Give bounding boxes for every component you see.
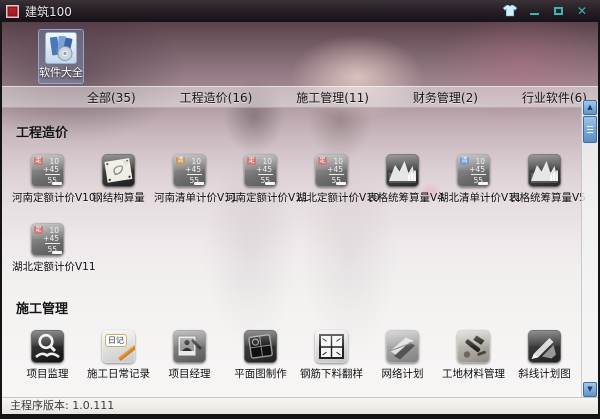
calc-icon: 定10+4555 (31, 223, 64, 256)
app-row: 定10+4555 河南定额计价V10 钢结构算量 清10+4555 河南清单计价V11… (2, 154, 598, 205)
app-label: 湖北定额计价V11 (12, 259, 83, 274)
content-area: 工程造价定10+4555 河南定额计价V10 钢结构算量 清10+4555 河南清单计… (2, 108, 598, 397)
floorplan-icon (244, 330, 277, 363)
app-label: 钢筋下料翻样 (296, 366, 367, 381)
app-label: 平面图制作 (225, 366, 296, 381)
window-body: 软件大全 全部(35) 工程造价(16) 施工管理(11) 财务管理(2) 行业软件(6… (2, 22, 598, 414)
app-item[interactable]: 定10+4555 湖北定额计价V11 (12, 223, 83, 274)
diagonal-icon (528, 330, 561, 363)
app-label: 项目监理 (12, 366, 83, 381)
software-collection-label: 软件大全 (39, 65, 83, 80)
app-label: 湖北清单计价V11 (438, 190, 509, 205)
status-bar: 主程序版本: 1.0.111 (2, 397, 598, 414)
app-label: 施工日常记录 (83, 366, 154, 381)
app-row: 定10+4555 湖北定额计价V11 (2, 223, 598, 274)
app-item[interactable]: 日记施工日常记录 (83, 330, 154, 381)
app-label: 表格统筹算量V4 (367, 190, 438, 205)
app-item[interactable]: 定10+4555 湖北定额计价V10 (296, 154, 367, 205)
tab[interactable]: 财务管理(2) (413, 89, 478, 106)
app-window: 建筑100 ✕ 软件大全 (0, 0, 600, 419)
app-item[interactable]: 定10+4555 河南定额计价V11 (225, 154, 296, 205)
app-item[interactable]: 清10+4555 湖北清单计价V11 (438, 154, 509, 205)
diary-icon: 日记 (102, 330, 135, 363)
calc-icon: 定10+4555 (315, 154, 348, 187)
person-icon (173, 330, 206, 363)
app-row: 项目监理日记施工日常记录 项目经理 平面图制作 钢筋下料翻样 网络计划 工地材料… (2, 330, 598, 381)
close-button[interactable]: ✕ (570, 2, 594, 20)
scroll-down-icon[interactable]: ▼ (583, 382, 597, 397)
app-item[interactable]: 平面图制作 (225, 330, 296, 381)
tab[interactable]: 全部(35) (87, 89, 136, 106)
toolbar: 软件大全 (2, 22, 598, 86)
calc-icon: 清10+4555 (173, 154, 206, 187)
app-label: 斜线计划图 (509, 366, 580, 381)
app-label: 河南定额计价V10 (12, 190, 83, 205)
app-label: 项目经理 (154, 366, 225, 381)
app-item[interactable]: 斜线计划图 (509, 330, 580, 381)
tab[interactable]: 施工管理(11) (296, 89, 369, 106)
window-title: 建筑100 (25, 3, 72, 20)
vertical-scrollbar[interactable]: ▲ ▼ (581, 100, 598, 397)
app-label: 钢结构算量 (83, 190, 154, 205)
app-item[interactable]: 定10+4555 河南定额计价V10 (12, 154, 83, 205)
app-label: 河南清单计价V11 (154, 190, 225, 205)
chart-icon (386, 154, 419, 187)
app-item[interactable]: 表格统筹算量V5 (509, 154, 580, 205)
tab[interactable]: 工程造价(16) (180, 89, 253, 106)
section: 工程造价定10+4555 河南定额计价V10 钢结构算量 清10+4555 河南清单计… (2, 122, 598, 274)
app-label: 表格统筹算量V5 (509, 190, 580, 205)
app-label: 工地材料管理 (438, 366, 509, 381)
app-logo-icon (6, 5, 19, 18)
app-label: 网络计划 (367, 366, 438, 381)
app-label: 湖北定额计价V10 (296, 190, 367, 205)
section-title: 工程造价 (16, 122, 598, 141)
scroll-up-icon[interactable]: ▲ (583, 100, 597, 115)
app-item[interactable]: 工地材料管理 (438, 330, 509, 381)
tools-icon (457, 330, 490, 363)
app-item[interactable]: 钢结构算量 (83, 154, 154, 205)
app-item[interactable]: 项目监理 (12, 330, 83, 381)
section-title: 施工管理 (16, 298, 598, 317)
software-collection-icon (45, 32, 77, 64)
tab-bar: 全部(35) 工程造价(16) 施工管理(11) 财务管理(2) 行业软件(6) (2, 86, 598, 108)
steel-icon (102, 154, 135, 187)
app-item[interactable]: 钢筋下料翻样 (296, 330, 367, 381)
software-collection-button[interactable]: 软件大全 (38, 29, 84, 84)
rebar-icon (315, 330, 348, 363)
section: 施工管理 项目监理日记施工日常记录 项目经理 平面图制作 钢筋下料翻样 网络计划… (2, 298, 598, 397)
app-label: 河南定额计价V11 (225, 190, 296, 205)
network-icon (386, 330, 419, 363)
titlebar: 建筑100 ✕ (0, 0, 600, 22)
chart-icon (528, 154, 561, 187)
app-item[interactable]: 项目经理 (154, 330, 225, 381)
skin-icon[interactable] (498, 2, 522, 20)
app-item[interactable]: 表格统筹算量V4 (367, 154, 438, 205)
app-item[interactable]: 网络计划 (367, 330, 438, 381)
minimize-button[interactable] (522, 2, 546, 20)
version-label: 主程序版本: 1.0.111 (10, 399, 114, 412)
tab[interactable]: 行业软件(6) (522, 89, 587, 106)
calc-icon: 定10+4555 (31, 154, 64, 187)
app-item[interactable]: 清10+4555 河南清单计价V11 (154, 154, 225, 205)
calc-icon: 清10+4555 (457, 154, 490, 187)
maximize-button[interactable] (546, 2, 570, 20)
magnifier-icon (31, 330, 64, 363)
scrollbar-thumb[interactable] (583, 116, 597, 143)
calc-icon: 定10+4555 (244, 154, 277, 187)
